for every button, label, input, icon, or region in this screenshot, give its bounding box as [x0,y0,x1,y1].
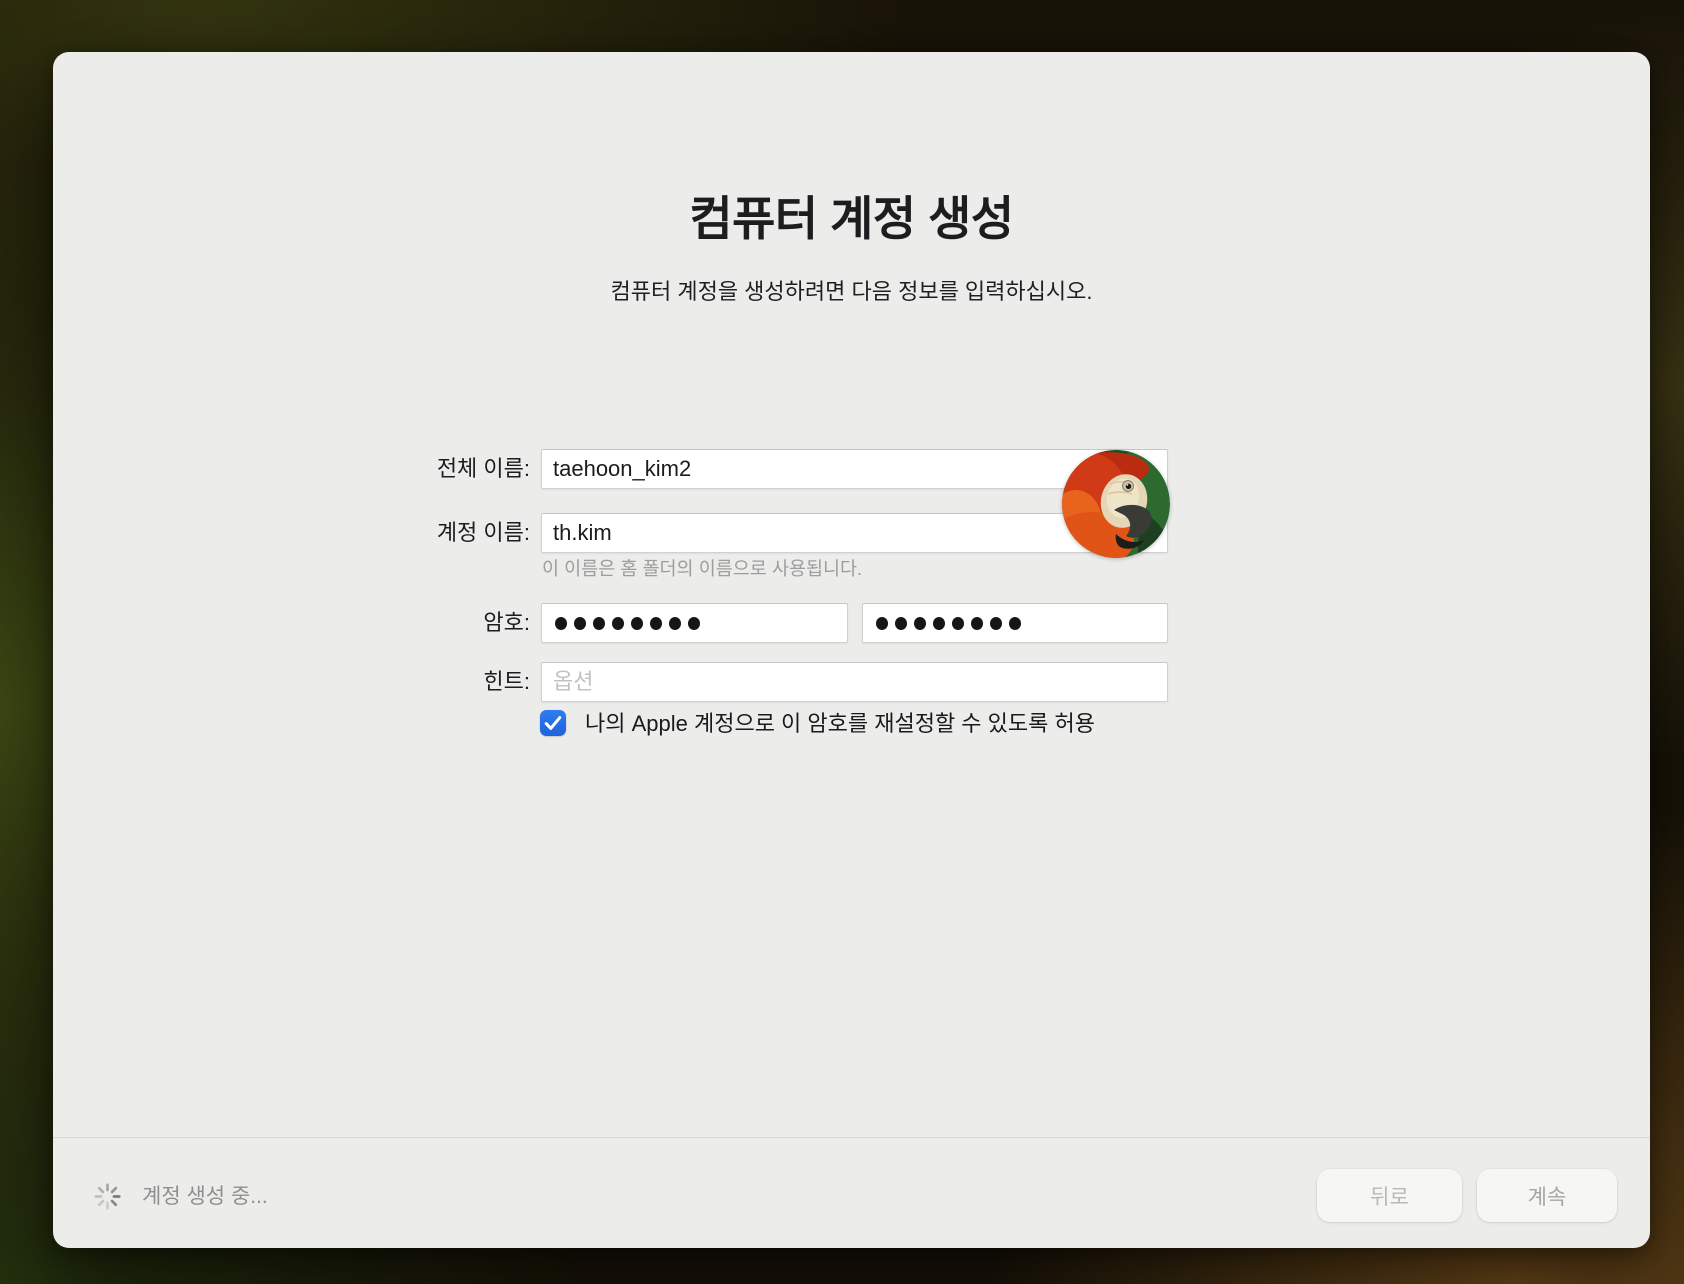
account-avatar [1062,450,1170,558]
status-text: 계정 생성 중... [142,1182,268,1212]
password-label: 암호: [53,603,530,643]
loading-spinner-icon [92,1181,123,1212]
hint-label: 힌트: [53,662,530,702]
account-name-label: 계정 이름: [53,513,530,553]
checkbox-checked-icon[interactable] [540,710,566,736]
page-subtitle: 컴퓨터 계정을 생성하려면 다음 정보를 입력하십시오. [53,274,1650,306]
setup-window: 컴퓨터 계정 생성 컴퓨터 계정을 생성하려면 다음 정보를 입력하십시오. 전… [53,52,1650,1248]
apple-reset-label: 나의 Apple 계정으로 이 암호를 재설정할 수 있도록 허용 [585,709,1095,738]
apple-reset-checkbox-row[interactable]: 나의 Apple 계정으로 이 암호를 재설정할 수 있도록 허용 [540,709,1095,738]
hint-input[interactable] [541,662,1168,702]
desktop-background: { "window": { "title": "컴퓨터 계정 생성", "sub… [0,0,1684,1284]
continue-button[interactable]: 계속 [1477,1169,1617,1222]
password-dots [555,617,707,630]
footer-divider [53,1137,1650,1138]
password-confirm-input[interactable] [862,603,1168,643]
account-name-helper-text: 이 이름은 홈 폴더의 이름으로 사용됩니다. [542,555,862,581]
page-title: 컴퓨터 계정 생성 [53,180,1650,249]
full-name-label: 전체 이름: [53,449,530,489]
password-confirm-dots [876,617,1028,630]
parrot-avatar-image [1062,450,1170,558]
checkmark-icon [540,710,566,736]
back-button[interactable]: 뒤로 [1317,1169,1462,1222]
password-input[interactable] [541,603,848,643]
